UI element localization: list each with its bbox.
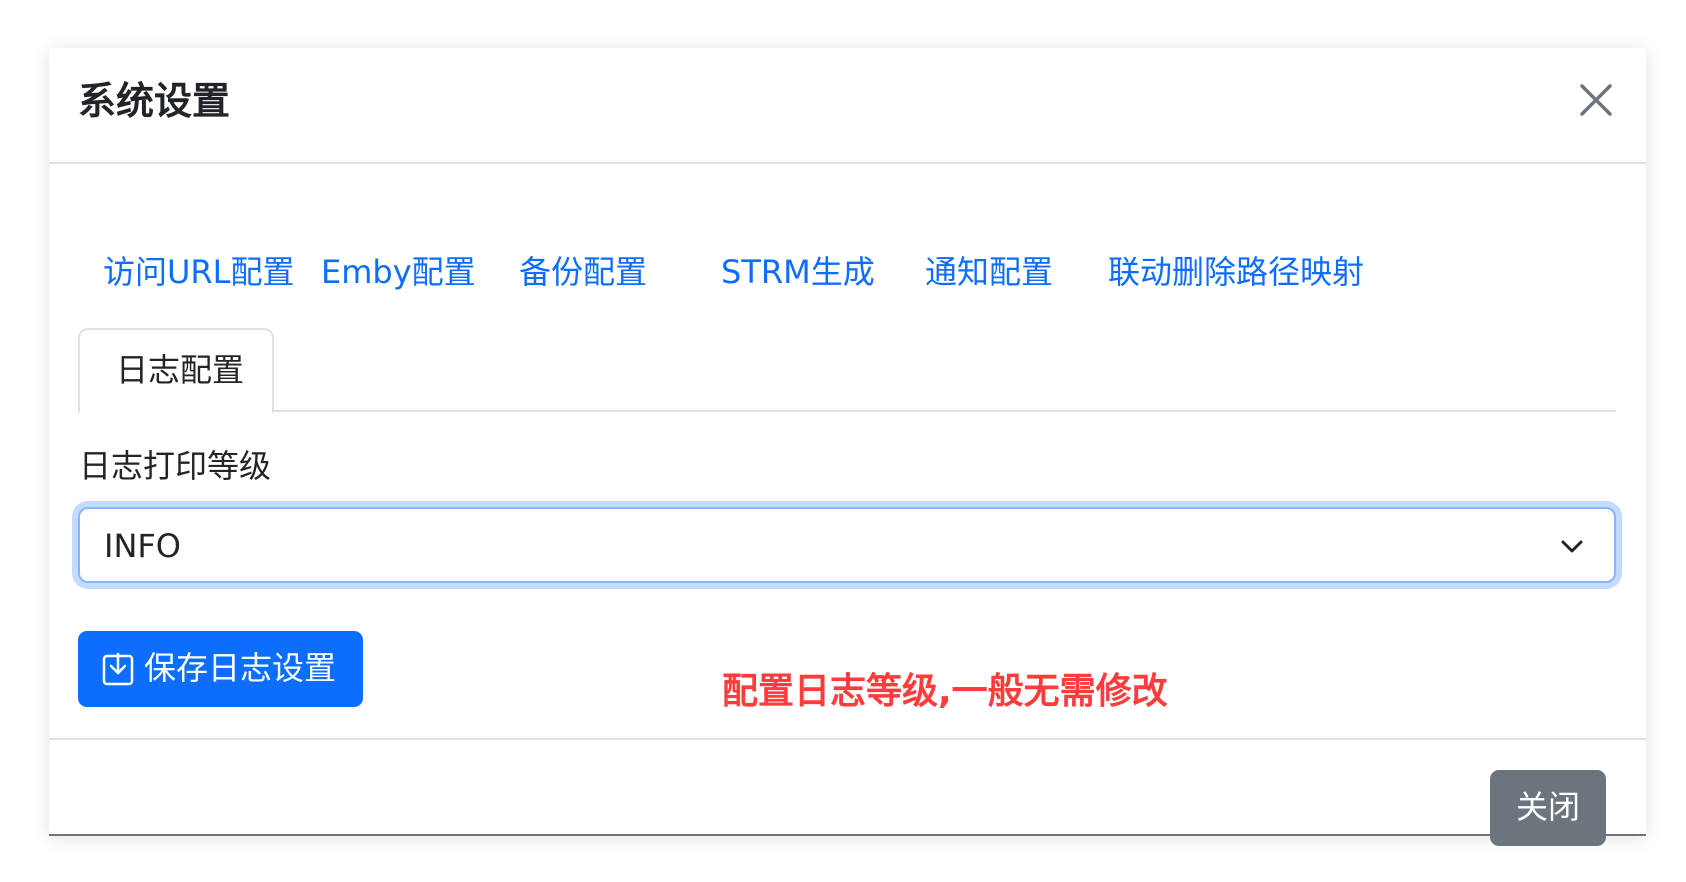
save-download-icon <box>102 652 134 690</box>
close-button[interactable]: 关闭 <box>1490 770 1606 846</box>
tab-log[interactable]: 日志配置 <box>78 328 274 414</box>
tab-log-label: 日志配置 <box>116 351 245 389</box>
tab-emby[interactable]: Emby配置 <box>321 252 476 292</box>
tab-access-url[interactable]: 访问URL配置 <box>103 252 295 292</box>
log-level-value: INFO <box>104 527 181 565</box>
save-log-settings-label: 保存日志设置 <box>144 649 337 687</box>
log-level-select[interactable]: INFO <box>78 507 1616 583</box>
footer-divider <box>49 738 1646 740</box>
settings-modal: 系统设置 访问URL配置 Emby配置 备份配置 STRM生成 通知配置 联动删… <box>49 48 1646 846</box>
close-icon[interactable] <box>1576 80 1616 120</box>
tab-backup[interactable]: 备份配置 <box>519 252 647 292</box>
log-level-label: 日志打印等级 <box>79 447 272 485</box>
modal-header: 系统设置 <box>49 48 1646 164</box>
close-button-label: 关闭 <box>1515 788 1580 826</box>
tab-notification[interactable]: 通知配置 <box>925 252 1053 292</box>
chevron-down-icon <box>1560 535 1584 563</box>
annotation-note: 配置日志等级,一般无需修改 <box>722 671 1168 712</box>
tab-linked-delete-path[interactable]: 联动删除路径映射 <box>1108 252 1364 292</box>
settings-tabs: 访问URL配置 Emby配置 备份配置 STRM生成 通知配置 联动删除路径映射… <box>78 198 1616 414</box>
save-log-settings-button[interactable]: 保存日志设置 <box>78 631 363 707</box>
modal-title: 系统设置 <box>78 79 231 123</box>
tab-strm[interactable]: STRM生成 <box>721 252 875 292</box>
tabs-divider <box>78 410 1616 412</box>
